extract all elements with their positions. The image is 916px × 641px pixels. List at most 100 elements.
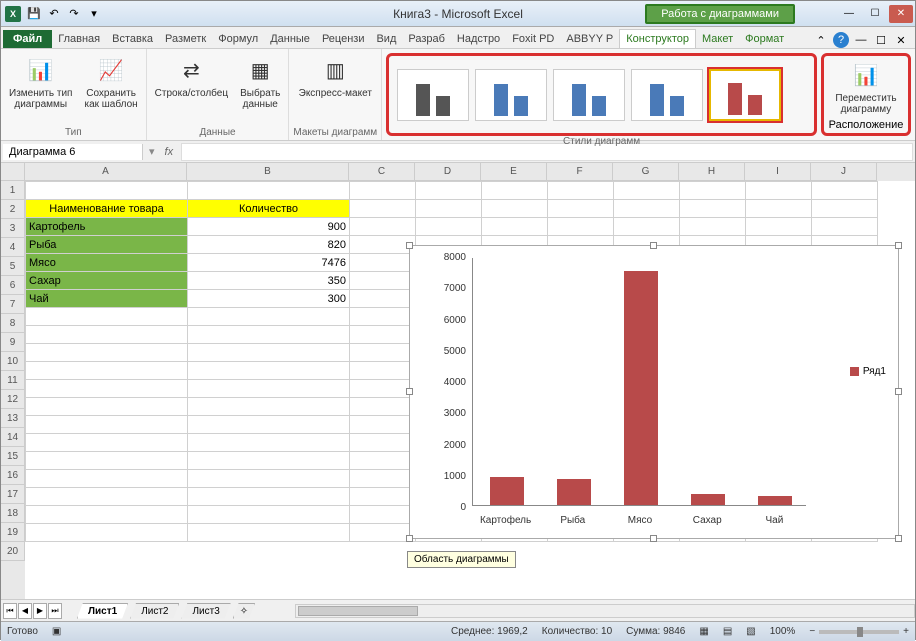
cell[interactable]: 7476 [188,254,350,272]
chart-style-4[interactable] [631,69,703,121]
cell[interactable] [26,416,188,434]
row-header[interactable]: 16 [1,466,25,485]
cell[interactable] [26,344,188,362]
row-header[interactable]: 20 [1,542,25,561]
cell[interactable] [188,344,350,362]
view-normal-icon[interactable]: ▦ [699,626,708,637]
col-F[interactable]: F [547,163,613,181]
row-header[interactable]: 17 [1,485,25,504]
cell[interactable] [26,488,188,506]
col-D[interactable]: D [415,163,481,181]
minimize-button[interactable]: — [837,5,861,23]
row-header[interactable]: 13 [1,409,25,428]
cell[interactable] [350,308,416,326]
cell[interactable] [350,398,416,416]
tab-chart-layout[interactable]: Макет [696,30,739,48]
fx-icon[interactable]: fx [159,146,180,158]
cell[interactable] [746,200,812,218]
resize-handle[interactable] [895,388,902,395]
cell[interactable] [482,218,548,236]
cell[interactable] [350,272,416,290]
sheet-nav-last-icon[interactable]: ⏭ [48,603,62,619]
cell[interactable] [614,182,680,200]
cell[interactable] [350,470,416,488]
sheet-tab-1[interactable]: Лист1 [77,603,128,619]
chart-bar[interactable] [758,496,792,505]
cell[interactable] [350,218,416,236]
cell[interactable] [812,218,878,236]
cell[interactable]: Количество [188,200,350,218]
resize-handle[interactable] [406,242,413,249]
sheet-nav-first-icon[interactable]: ⏮ [3,603,17,619]
cell[interactable] [350,344,416,362]
cell[interactable] [416,218,482,236]
tab-insert[interactable]: Вставка [106,30,159,48]
macro-record-icon[interactable]: ▣ [52,626,61,637]
cell[interactable] [614,200,680,218]
cell[interactable] [188,182,350,200]
scrollbar-thumb[interactable] [298,606,418,616]
redo-icon[interactable]: ↷ [65,5,83,23]
chart-style-1[interactable] [397,69,469,121]
cell[interactable] [350,182,416,200]
cell[interactable] [188,362,350,380]
cell[interactable] [416,182,482,200]
cell[interactable] [188,380,350,398]
cell[interactable] [350,326,416,344]
view-page-icon[interactable]: ▤ [723,626,732,637]
row-header[interactable]: 4 [1,238,25,257]
chart-plot-area[interactable] [472,258,806,506]
sheet-tab-3[interactable]: Лист3 [181,603,230,619]
cell[interactable]: 900 [188,218,350,236]
cell[interactable] [188,488,350,506]
resize-handle[interactable] [895,242,902,249]
doc-restore-icon[interactable]: ☐ [873,32,889,48]
cell[interactable] [482,200,548,218]
cell[interactable] [26,362,188,380]
chart-style-3[interactable] [553,69,625,121]
cell[interactable]: Наименование товара [26,200,188,218]
cell[interactable] [548,200,614,218]
cell[interactable] [746,182,812,200]
cell[interactable] [188,506,350,524]
col-I[interactable]: I [745,163,811,181]
tab-design[interactable]: Конструктор [619,29,696,48]
chart-bar[interactable] [490,477,524,505]
col-J[interactable]: J [811,163,877,181]
chart-style-2[interactable] [475,69,547,121]
cell[interactable]: Картофель [26,218,188,236]
tab-abbyy[interactable]: ABBYY P [560,30,619,48]
tab-data[interactable]: Данные [264,30,316,48]
cell[interactable] [350,200,416,218]
cell[interactable]: Сахар [26,272,188,290]
cell[interactable] [26,452,188,470]
col-B[interactable]: B [187,163,349,181]
zoom-slider[interactable] [819,630,899,634]
help-icon[interactable]: ? [833,32,849,48]
cell[interactable] [416,200,482,218]
cell[interactable]: Рыба [26,236,188,254]
row-header[interactable]: 8 [1,314,25,333]
cell[interactable] [548,182,614,200]
cell[interactable] [350,488,416,506]
tab-format[interactable]: Формат [739,30,790,48]
tab-layout[interactable]: Разметк [159,30,212,48]
sheet-tab-2[interactable]: Лист2 [130,603,179,619]
switch-row-col-button[interactable]: ⇄ Строка/столбец [151,53,232,101]
cell[interactable] [746,218,812,236]
cell[interactable] [350,506,416,524]
doc-min-icon[interactable]: — [853,32,869,48]
new-sheet-button[interactable]: ✧ [233,603,255,619]
cell[interactable] [188,470,350,488]
row-header[interactable]: 9 [1,333,25,352]
chart-bar[interactable] [691,494,725,505]
tab-formulas[interactable]: Формул [212,30,264,48]
tab-developer[interactable]: Разраб [402,30,451,48]
save-icon[interactable]: 💾 [25,5,43,23]
cell[interactable] [548,218,614,236]
cells-area[interactable]: Наименование товараКоличествоКартофель90… [25,181,915,599]
cell[interactable] [680,218,746,236]
cell[interactable] [188,326,350,344]
chart-bar[interactable] [557,479,591,505]
select-all-corner[interactable] [1,163,25,181]
